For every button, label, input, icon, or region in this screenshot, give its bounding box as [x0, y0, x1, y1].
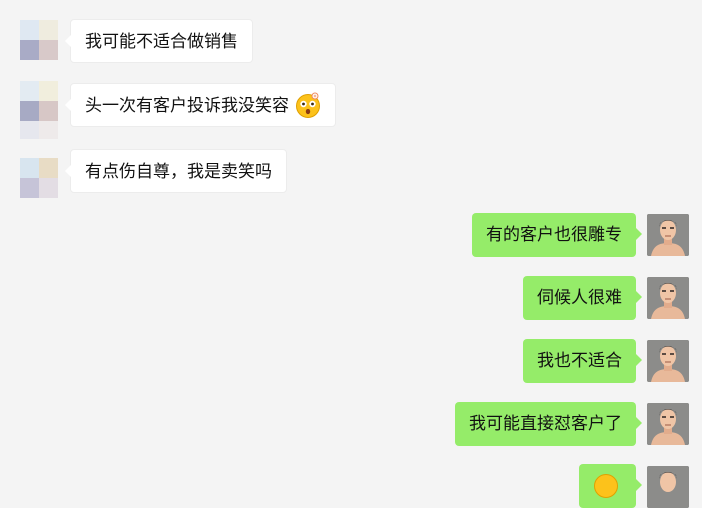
- flushed-face-emoji: [296, 92, 321, 118]
- contact-avatar-tail: [20, 121, 58, 139]
- message-text: 有点伤自尊，我是卖笑吗: [85, 162, 272, 182]
- message-bubble[interactable]: 我可能不适合做销售: [65, 19, 253, 63]
- message-text: 有的客户也很雕专: [486, 225, 622, 245]
- my-avatar[interactable]: [647, 214, 689, 256]
- message-text: 头一次有客户投诉我没笑容: [85, 96, 289, 116]
- message-bubble[interactable]: 我也不适合: [523, 339, 642, 383]
- message-text: 我可能直接怼客户了: [469, 414, 622, 434]
- message-bubble[interactable]: 我可能直接怼客户了: [455, 402, 642, 446]
- message-bubble[interactable]: [579, 464, 642, 508]
- contact-avatar[interactable]: [20, 20, 58, 60]
- contact-avatar[interactable]: [20, 158, 58, 198]
- character-avatar-icon: [647, 214, 689, 256]
- smile-face-emoji: [594, 474, 618, 498]
- message-text: 我可能不适合做销售: [85, 32, 238, 52]
- message-text: 我也不适合: [537, 351, 622, 371]
- my-avatar[interactable]: [647, 466, 689, 508]
- message-bubble[interactable]: 头一次有客户投诉我没笑容: [64, 83, 337, 127]
- my-avatar[interactable]: [647, 403, 689, 445]
- character-avatar-icon: [647, 277, 689, 319]
- character-avatar-icon: [647, 403, 689, 445]
- message-text: 伺候人很难: [537, 288, 622, 308]
- message-bubble[interactable]: 有的客户也很雕专: [472, 213, 642, 257]
- message-bubble[interactable]: 伺候人很难: [523, 276, 642, 320]
- message-bubble[interactable]: 有点伤自尊，我是卖笑吗: [65, 149, 287, 193]
- my-avatar[interactable]: [647, 340, 689, 382]
- my-avatar[interactable]: [647, 277, 689, 319]
- character-avatar-icon: [647, 466, 689, 508]
- character-avatar-icon: [647, 340, 689, 382]
- contact-avatar[interactable]: [20, 81, 58, 121]
